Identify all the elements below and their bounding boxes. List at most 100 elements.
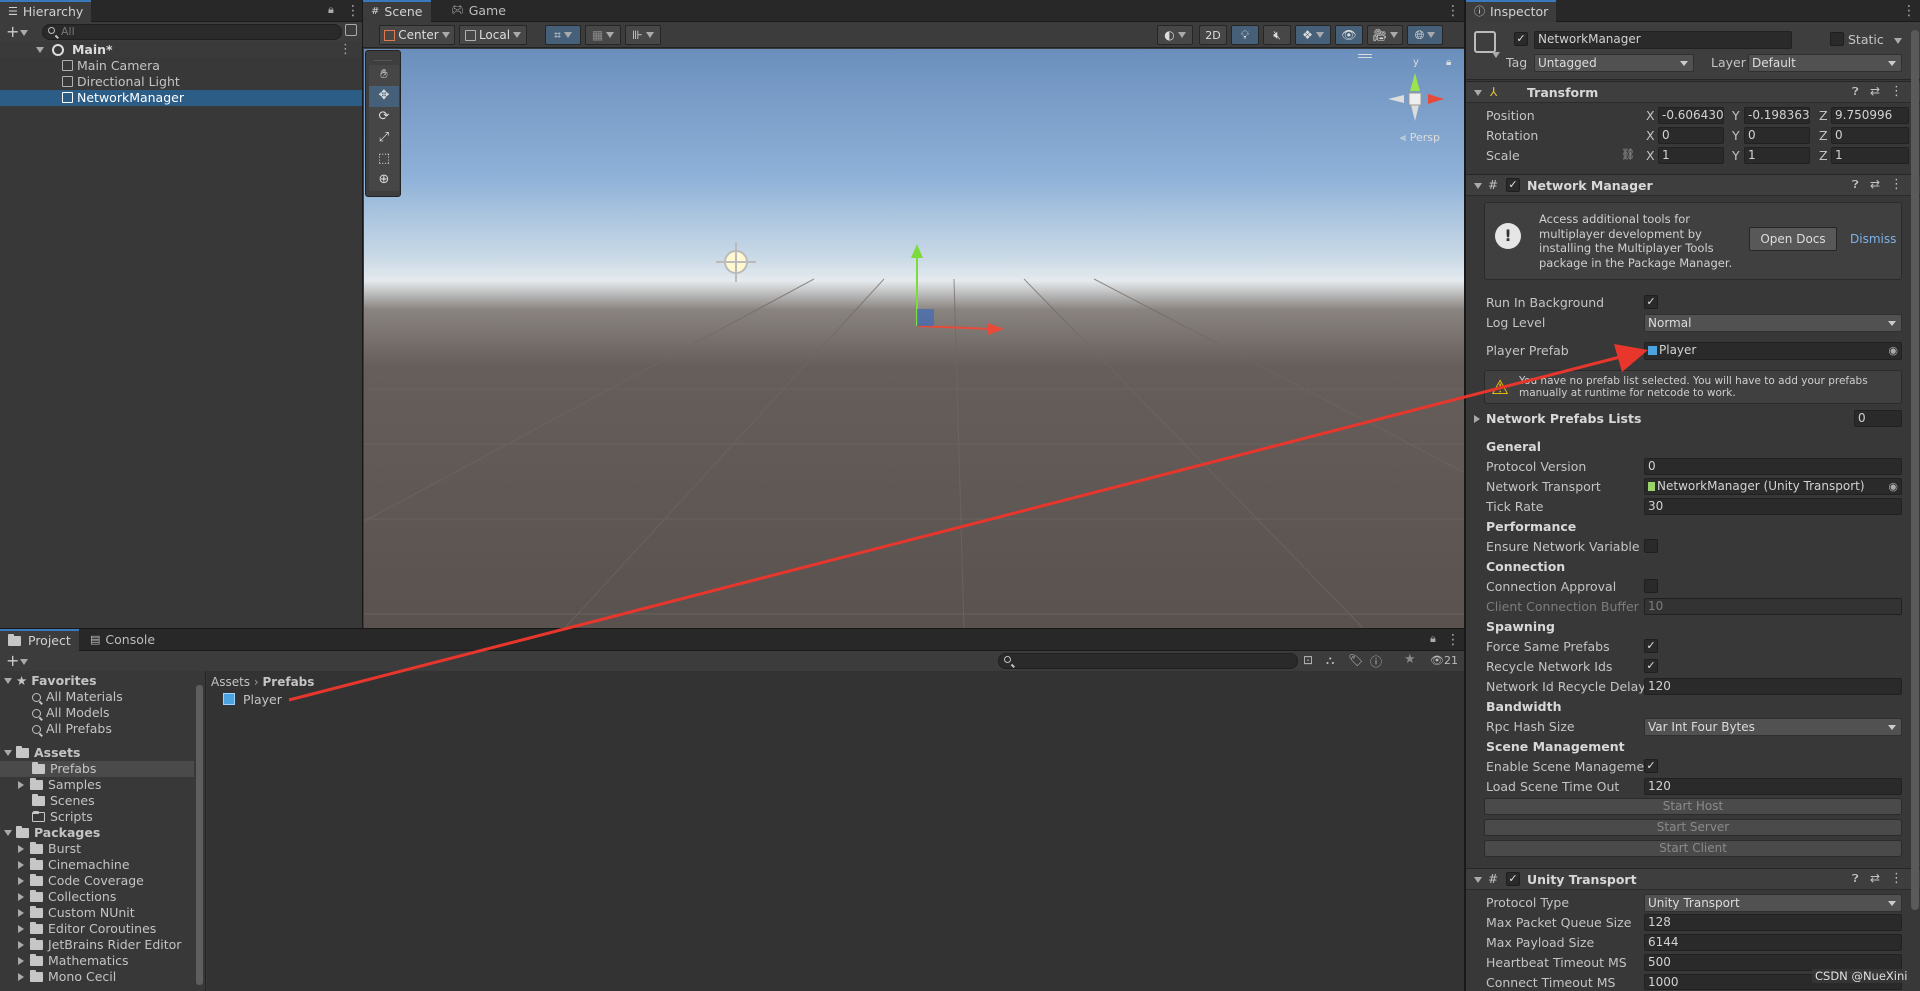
- network-manager-header[interactable]: # ✓ Network Manager ❓︎ ⇄ ⋮: [1466, 174, 1920, 196]
- object-picker-icon[interactable]: ◉: [1888, 479, 1898, 494]
- run-in-background-checkbox[interactable]: ✓: [1644, 295, 1658, 309]
- player-prefab-field[interactable]: Player ◉: [1644, 342, 1902, 360]
- tab-console[interactable]: ▤ Console: [82, 629, 163, 651]
- asset-item-player[interactable]: Player: [223, 692, 282, 708]
- tick-rate-field[interactable]: 30: [1644, 498, 1902, 515]
- rect-tool-icon[interactable]: ⬚: [369, 149, 399, 170]
- more-menu-icon[interactable]: ⋮: [1446, 631, 1460, 649]
- active-checkbox[interactable]: ✓: [1514, 32, 1528, 46]
- scale-x-field[interactable]: 1: [1658, 147, 1724, 164]
- package-item[interactable]: JetBrains Rider Editor: [0, 937, 205, 953]
- collapsed-icon[interactable]: [18, 909, 24, 917]
- prefabs-lists-count-field[interactable]: 0: [1854, 410, 1902, 427]
- object-picker-icon[interactable]: ◉: [1888, 343, 1898, 358]
- start-server-button[interactable]: Start Server: [1484, 819, 1902, 836]
- dismiss-link[interactable]: Dismiss: [1850, 232, 1896, 246]
- layer-dropdown[interactable]: Default: [1748, 54, 1902, 72]
- position-x-field[interactable]: -0.606430: [1658, 107, 1724, 124]
- package-item[interactable]: Custom NUnit: [0, 905, 205, 921]
- protocol-version-field[interactable]: 0: [1644, 458, 1902, 475]
- constrain-proportions-icon[interactable]: ⛓︎: [1621, 148, 1635, 161]
- enabled-checkbox[interactable]: ✓: [1506, 178, 1520, 192]
- transform-header[interactable]: ⅄ Transform ❓︎ ⇄ ⋮: [1466, 81, 1920, 103]
- folder-item[interactable]: Samples: [0, 777, 205, 793]
- collapsed-icon[interactable]: [18, 957, 24, 965]
- expand-icon[interactable]: [1474, 877, 1482, 883]
- scale-z-field[interactable]: 1: [1831, 147, 1909, 164]
- lock-icon[interactable]: 🔒︎: [1446, 57, 1451, 68]
- ensure-variable-checkbox[interactable]: [1644, 539, 1658, 553]
- expand-icon[interactable]: [4, 830, 12, 836]
- package-item[interactable]: Code Coverage: [0, 873, 205, 889]
- rotation-x-field[interactable]: 0: [1658, 127, 1724, 144]
- enabled-checkbox[interactable]: ✓: [1506, 872, 1520, 886]
- unity-transport-header[interactable]: # ✓ Unity Transport ❓︎ ⇄ ⋮: [1466, 868, 1920, 890]
- add-icon[interactable]: +: [6, 651, 19, 670]
- log-icon[interactable]: ⓘ: [1370, 653, 1382, 670]
- gizmos-button[interactable]: 🌐︎: [1407, 25, 1443, 45]
- scene-row[interactable]: Main* ⋮: [0, 42, 362, 58]
- collapsed-icon[interactable]: [18, 941, 24, 949]
- force-same-checkbox[interactable]: ✓: [1644, 639, 1658, 653]
- label-icon[interactable]: 🏷︎: [1348, 653, 1363, 667]
- tab-scene[interactable]: # Scene: [363, 0, 431, 22]
- start-host-button[interactable]: Start Host: [1484, 798, 1902, 815]
- lock-icon[interactable]: 🔒︎: [328, 3, 338, 19]
- inspector-scrollbar[interactable]: [1911, 30, 1919, 910]
- hidden-packages-icon[interactable]: 👁︎21: [1430, 654, 1458, 667]
- hierarchy-item-main-camera[interactable]: Main Camera: [0, 58, 362, 74]
- collapsed-icon[interactable]: [1474, 415, 1480, 423]
- camera-settings-button[interactable]: 🎥︎: [1367, 25, 1403, 45]
- folder-item[interactable]: Scripts: [0, 809, 205, 825]
- package-item[interactable]: Burst: [0, 841, 205, 857]
- position-z-field[interactable]: 9.750996: [1831, 107, 1909, 124]
- component-menu-icon[interactable]: ⋮: [1890, 871, 1903, 886]
- effects-button[interactable]: ❖: [1295, 25, 1331, 45]
- search-by-type-icon[interactable]: ⊡: [1303, 653, 1313, 667]
- orientation-gizmo[interactable]: y ⫷ Persp 🔒︎: [1382, 57, 1452, 147]
- expand-icon[interactable]: [36, 47, 44, 53]
- snap-increment-button[interactable]: ▦: [585, 25, 621, 45]
- preset-icon[interactable]: ⇄: [1870, 177, 1880, 191]
- preset-icon[interactable]: ⇄: [1870, 84, 1880, 98]
- component-menu-icon[interactable]: ⋮: [1890, 177, 1903, 192]
- load-timeout-field[interactable]: 120: [1644, 778, 1902, 795]
- favorite-star-icon[interactable]: ★: [1404, 652, 1416, 667]
- project-search-input[interactable]: [998, 653, 1298, 669]
- favorite-item[interactable]: All Prefabs: [0, 721, 205, 737]
- expand-icon[interactable]: [1474, 183, 1482, 189]
- sun-icon[interactable]: [716, 242, 756, 282]
- ruler-button[interactable]: ⊪: [625, 25, 661, 45]
- persp-label[interactable]: ⫷ Persp: [1400, 131, 1440, 145]
- network-transport-field[interactable]: NetworkManager (Unity Transport) ◉: [1644, 478, 1902, 495]
- rotation-z-field[interactable]: 0: [1831, 127, 1909, 144]
- packages-header[interactable]: Packages: [0, 825, 205, 841]
- collapsed-icon[interactable]: [18, 781, 24, 789]
- hierarchy-search-input[interactable]: All: [42, 24, 342, 40]
- scene-viewport[interactable]: ✋︎ ✥ ⟳ ⤢ ⬚ ⊕ y ⫷ Persp 🔒︎: [364, 49, 1464, 628]
- audio-button[interactable]: 🔇︎: [1263, 25, 1291, 45]
- expand-icon[interactable]: [4, 678, 12, 684]
- collapsed-icon[interactable]: [18, 893, 24, 901]
- move-tool-icon[interactable]: ✥: [369, 86, 399, 107]
- tab-inspector[interactable]: ⓘ Inspector: [1466, 0, 1557, 22]
- hidden-objects-button[interactable]: 👁︎: [1335, 25, 1363, 45]
- package-item[interactable]: Mathematics: [0, 953, 205, 969]
- tab-hierarchy[interactable]: ☰ Hierarchy: [0, 0, 92, 22]
- search-options-icon[interactable]: [345, 24, 357, 36]
- more-menu-icon[interactable]: ⋮: [1446, 2, 1460, 20]
- hierarchy-item-networkmanager[interactable]: NetworkManager: [0, 90, 362, 106]
- assets-header[interactable]: Assets: [0, 745, 205, 761]
- pivot-dropdown[interactable]: Center: [379, 25, 455, 45]
- add-dropdown-icon[interactable]: [20, 659, 28, 665]
- transform-tool-icon[interactable]: ⊕: [369, 170, 399, 191]
- static-dropdown-icon[interactable]: [1894, 38, 1902, 44]
- rpc-hash-dropdown[interactable]: Var Int Four Bytes: [1644, 718, 1902, 736]
- package-item[interactable]: Cinemachine: [0, 857, 205, 873]
- collapsed-icon[interactable]: [18, 877, 24, 885]
- help-icon[interactable]: ❓︎: [1852, 178, 1859, 192]
- grid-snap-button[interactable]: ⌗: [545, 25, 581, 45]
- draw-mode-button[interactable]: ◐: [1157, 25, 1193, 45]
- help-icon[interactable]: ❓︎: [1852, 872, 1859, 886]
- folder-item[interactable]: Prefabs: [0, 761, 194, 777]
